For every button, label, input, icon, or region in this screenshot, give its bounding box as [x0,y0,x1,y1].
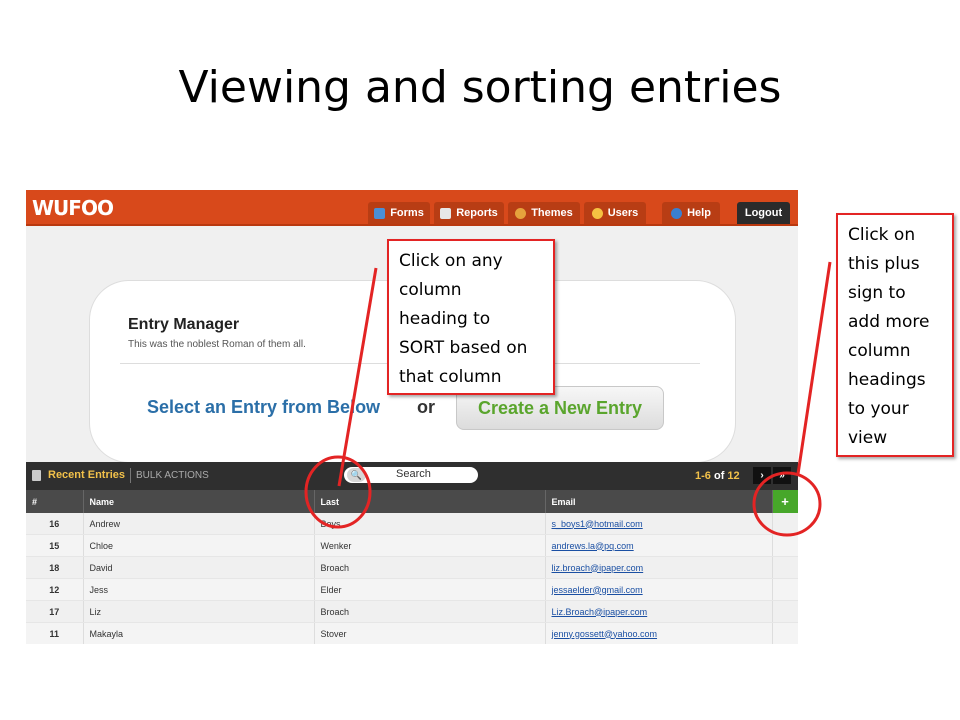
empty-cell [772,578,798,601]
callout-line: add more [848,312,930,332]
nav-tab-themes[interactable]: Themes [508,202,580,224]
table-header-row: # Name Last Email + [26,490,798,513]
bulk-actions-tab[interactable]: BULK ACTIONS [136,470,209,481]
entries-table: # Name Last Email + 16 Andrew Boys s_boy… [26,490,798,644]
nav-tab-label: Users [607,207,639,219]
table-row[interactable]: 16 Andrew Boys s_boys1@hotmail.com [26,513,798,535]
entry-name: David [83,556,315,579]
divider [130,468,131,483]
entry-number: 17 [26,600,84,623]
entry-number: 12 [26,578,84,601]
empty-cell [772,556,798,579]
column-header-name[interactable]: Name [83,490,315,513]
wufoo-logo: WUFOO [32,196,114,220]
column-header-last[interactable]: Last [314,490,546,513]
nav-tab-reports[interactable]: Reports [434,202,504,224]
nav-tab-label: Forms [390,207,424,219]
callout-line: to your [848,399,909,419]
table-row[interactable]: 12 Jess Elder jessaelder@gmail.com [26,578,798,601]
select-entry-text: Select an Entry from Below [147,397,381,417]
table-row[interactable]: 17 Liz Broach Liz.Broach@ipaper.com [26,600,798,623]
pagination-info: 1-6 of 12 [695,470,740,482]
entry-number: 15 [26,534,84,557]
reports-icon [440,207,452,219]
documents-icon [32,470,41,481]
table-row[interactable]: 11 Makayla Stover jenny.gossett@yahoo.co… [26,622,798,644]
search-placeholder: Search [396,468,431,480]
entry-name: Jess [83,578,315,601]
nav-tab-forms[interactable]: Forms [368,202,430,224]
entry-last: Broach [314,600,546,623]
entry-number: 11 [26,622,84,644]
column-header-email[interactable]: Email [545,490,773,513]
entry-email-link[interactable]: jessaelder@gmail.com [545,578,773,601]
last-page-button[interactable]: » [773,467,791,484]
plus-pointer-line [796,261,832,475]
search-input[interactable]: 🔍 Search [344,467,478,483]
entry-email-link[interactable]: s_boys1@hotmail.com [545,513,773,535]
callout-line: headings [848,370,926,390]
sort-callout: Click on any column heading to SORT base… [387,239,555,395]
entry-manager-title: Entry Manager [128,316,240,333]
empty-cell [772,534,798,557]
callout-line: column [399,280,462,300]
entry-name: Chloe [83,534,315,557]
users-icon [591,207,603,219]
nav-tab-label: Reports [456,207,498,219]
pager-total: 12 [727,470,740,482]
recent-entries-tab[interactable]: Recent Entries [48,469,125,481]
pager-range: 1-6 [695,470,711,482]
entry-manager-subtitle: This was the noblest Roman of them all. [128,339,306,350]
callout-line: that column [399,367,502,387]
entry-email-link[interactable]: Liz.Broach@ipaper.com [545,600,773,623]
add-column-button[interactable]: + [772,490,798,513]
pager-of: of [713,470,725,482]
entry-email-link[interactable]: andrews.la@pq.com [545,534,773,557]
entry-last: Boys [314,513,546,535]
entry-name: Makayla [83,622,315,644]
callout-line: view [848,428,888,448]
plus-callout: Click on this plus sign to add more colu… [836,213,954,457]
nav-tab-help[interactable]: Help [662,202,720,224]
empty-cell [772,513,798,535]
column-header-number[interactable]: # [26,490,84,513]
entry-last: Elder [314,578,546,601]
table-row[interactable]: 15 Chloe Wenker andrews.la@pq.com [26,534,798,557]
callout-line: Click on [848,225,916,245]
logout-button[interactable]: Logout [737,202,790,224]
search-icon: 🔍 [347,468,366,482]
slide-title: Viewing and sorting entries [178,62,782,113]
callout-line: heading to [399,309,491,329]
entry-last: Broach [314,556,546,579]
table-row[interactable]: 18 David Broach liz.broach@ipaper.com [26,556,798,579]
or-text: or [417,397,435,417]
entry-name: Liz [83,600,315,623]
empty-cell [772,600,798,623]
help-icon [671,207,683,219]
entry-name: Andrew [83,513,315,535]
entry-last: Stover [314,622,546,644]
entry-number: 18 [26,556,84,579]
themes-icon [515,207,527,219]
callout-line: Click on any [399,251,503,271]
next-page-button[interactable]: › [753,467,771,484]
entry-email-link[interactable]: jenny.gossett@yahoo.com [545,622,773,644]
nav-tab-label: Themes [531,207,573,219]
nav-tab-label: Help [687,207,711,219]
nav-tab-users[interactable]: Users [584,202,646,224]
empty-cell [772,622,798,644]
callout-line: SORT based on [399,338,528,358]
callout-line: this plus [848,254,920,274]
forms-icon [374,207,386,219]
callout-line: sign to [848,283,906,303]
top-nav-bar: WUFOO Forms Reports Themes Users Help Lo… [26,190,798,226]
callout-line: column [848,341,911,361]
entries-toolbar: Recent Entries BULK ACTIONS 🔍 Search 1-6… [26,462,798,490]
entry-last: Wenker [314,534,546,557]
entry-number: 16 [26,513,84,535]
entry-email-link[interactable]: liz.broach@ipaper.com [545,556,773,579]
